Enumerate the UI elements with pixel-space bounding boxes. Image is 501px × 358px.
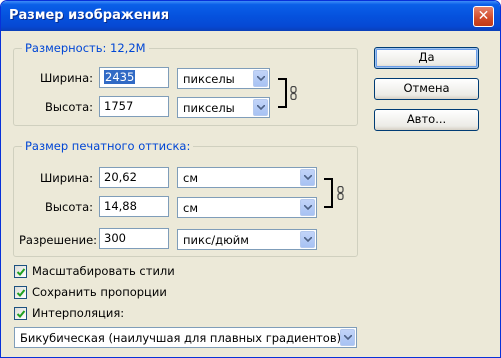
checkbox-box[interactable] <box>14 307 27 320</box>
resample-method-select[interactable]: Бикубическая (наилучшая для плавных град… <box>14 327 357 348</box>
resample-method-value: Бикубическая (наилучшая для плавных град… <box>20 331 342 345</box>
pixel-width-unit-select[interactable]: пикселы <box>177 68 270 89</box>
image-size-dialog: Размер изображения ✕ Размерность: 12,2M … <box>0 0 501 358</box>
auto-button[interactable]: Авто... <box>374 109 479 131</box>
close-button[interactable]: ✕ <box>473 6 494 27</box>
doc-height-label: Высота: <box>45 200 93 214</box>
pixel-height-unit-select[interactable]: пикселы <box>177 97 270 118</box>
checkbox-box[interactable] <box>14 286 27 299</box>
chevron-down-icon[interactable] <box>300 199 315 216</box>
pixel-width-value: 2435 <box>104 70 136 84</box>
scale-styles-label: Масштабировать стили <box>32 264 175 278</box>
pixel-height-value: 1757 <box>104 99 134 113</box>
ok-button[interactable]: Да <box>374 47 479 69</box>
check-icon <box>16 268 26 276</box>
doc-height-field[interactable]: 14,88 <box>99 196 169 217</box>
pixel-width-field[interactable]: 2435 <box>99 67 169 88</box>
resolution-label: Разрешение: <box>19 233 98 247</box>
chevron-down-icon[interactable] <box>300 231 315 248</box>
cancel-button[interactable]: Отмена <box>374 78 479 100</box>
chevron-down-icon[interactable] <box>300 169 315 186</box>
doc-height-value: 14,88 <box>104 199 137 213</box>
close-icon: ✕ <box>477 8 490 24</box>
pixel-width-unit-value: пикселы <box>183 72 235 86</box>
pixel-height-field[interactable]: 1757 <box>99 96 169 117</box>
window-title: Размер изображения <box>9 8 170 23</box>
pixel-width-label: Ширина: <box>40 71 93 85</box>
document-size-legend: Размер печатного оттиска: <box>22 139 194 153</box>
chevron-down-icon[interactable] <box>340 329 355 346</box>
resample-label: Интерполяция: <box>32 306 125 320</box>
link-icon[interactable] <box>337 186 344 200</box>
doc-width-value: 20,62 <box>104 170 137 184</box>
check-icon <box>16 310 26 318</box>
title-bar[interactable]: Размер изображения ✕ <box>1 1 500 31</box>
pixel-height-unit-value: пикселы <box>183 101 235 115</box>
link-icon[interactable] <box>290 86 297 100</box>
doc-width-unit-select[interactable]: см <box>177 167 317 188</box>
doc-width-unit-value: см <box>183 171 198 185</box>
resolution-unit-value: пикс/дюйм <box>183 233 249 247</box>
doc-link-bracket <box>324 178 333 208</box>
pixel-link-bracket <box>278 78 287 108</box>
pixel-height-label: Высота: <box>45 100 93 114</box>
resolution-field[interactable]: 300 <box>99 228 169 249</box>
check-icon <box>16 289 26 297</box>
doc-width-field[interactable]: 20,62 <box>99 167 169 188</box>
chevron-down-icon[interactable] <box>253 70 268 87</box>
chevron-down-icon[interactable] <box>253 99 268 116</box>
resolution-unit-select[interactable]: пикс/дюйм <box>177 229 317 250</box>
doc-height-unit-select[interactable]: см <box>177 197 317 218</box>
checkbox-box[interactable] <box>14 265 27 278</box>
resolution-value: 300 <box>104 231 126 245</box>
pixel-dimensions-legend: Размерность: 12,2M <box>22 41 149 55</box>
doc-height-unit-value: см <box>183 201 198 215</box>
doc-width-label: Ширина: <box>40 171 93 185</box>
constrain-proportions-label: Сохранить пропорции <box>32 285 167 299</box>
